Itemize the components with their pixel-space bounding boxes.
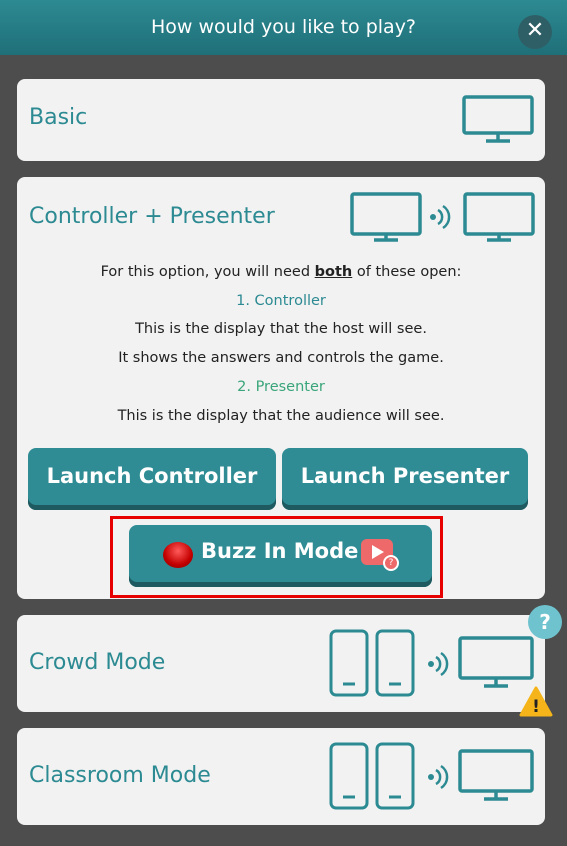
- controller-desc-2: It shows the answers and controls the ga…: [118, 350, 444, 366]
- buzzer-icon: [163, 542, 193, 568]
- help-icon[interactable]: ?: [528, 605, 562, 639]
- basic-title: Basic: [29, 105, 88, 130]
- controller-presenter-card: Controller + Presenter For this option, …: [17, 177, 545, 599]
- monitor-icon: [458, 749, 534, 801]
- phone-icon: [375, 742, 415, 810]
- presenter-heading: 2. Presenter: [237, 379, 325, 395]
- intro-suffix: of these open:: [352, 264, 462, 280]
- close-button[interactable]: ✕: [518, 15, 552, 49]
- monitor-icon: [458, 636, 534, 688]
- presenter-desc: This is the display that the audience wi…: [117, 408, 445, 424]
- buzz-in-mode-button[interactable]: Buzz In Mode ?: [129, 525, 432, 587]
- phone-icon: [375, 629, 415, 697]
- launch-controller-button[interactable]: Launch Controller: [28, 448, 276, 510]
- monitor-icon: [462, 95, 534, 143]
- video-help-question-icon: ?: [383, 555, 399, 571]
- broadcast-icon: [430, 204, 451, 230]
- classroom-mode-title: Classroom Mode: [29, 763, 211, 788]
- dialog-title: How would you like to play?: [150, 16, 417, 38]
- warning-glyph: !: [532, 697, 540, 717]
- close-icon: ✕: [525, 18, 545, 43]
- controller-monitor-icon: [350, 192, 422, 242]
- phone-icon: [329, 742, 369, 810]
- intro-prefix: For this option, you will need: [100, 264, 315, 280]
- dialog-header: How would you like to play?: [0, 0, 567, 55]
- phone-icon: [329, 629, 369, 697]
- controller-presenter-title: Controller + Presenter: [29, 204, 275, 229]
- crowd-mode-card[interactable]: Crowd Mode: [17, 615, 545, 712]
- broadcast-icon: [428, 764, 449, 790]
- presenter-monitor-icon: [463, 192, 535, 242]
- controller-desc-1: This is the display that the host will s…: [135, 321, 427, 337]
- basic-card[interactable]: Basic: [17, 79, 545, 161]
- intro-text: For this option, you will need both of t…: [17, 264, 545, 280]
- warning-icon: !: [519, 686, 553, 717]
- broadcast-icon: [428, 651, 449, 677]
- classroom-mode-card[interactable]: Classroom Mode: [17, 728, 545, 825]
- buzz-in-mode-label: Buzz In Mode: [201, 539, 359, 563]
- launch-presenter-button[interactable]: Launch Presenter: [282, 448, 528, 510]
- intro-bold: both: [314, 264, 353, 280]
- controller-heading: 1. Controller: [236, 293, 326, 309]
- crowd-mode-title: Crowd Mode: [29, 650, 166, 675]
